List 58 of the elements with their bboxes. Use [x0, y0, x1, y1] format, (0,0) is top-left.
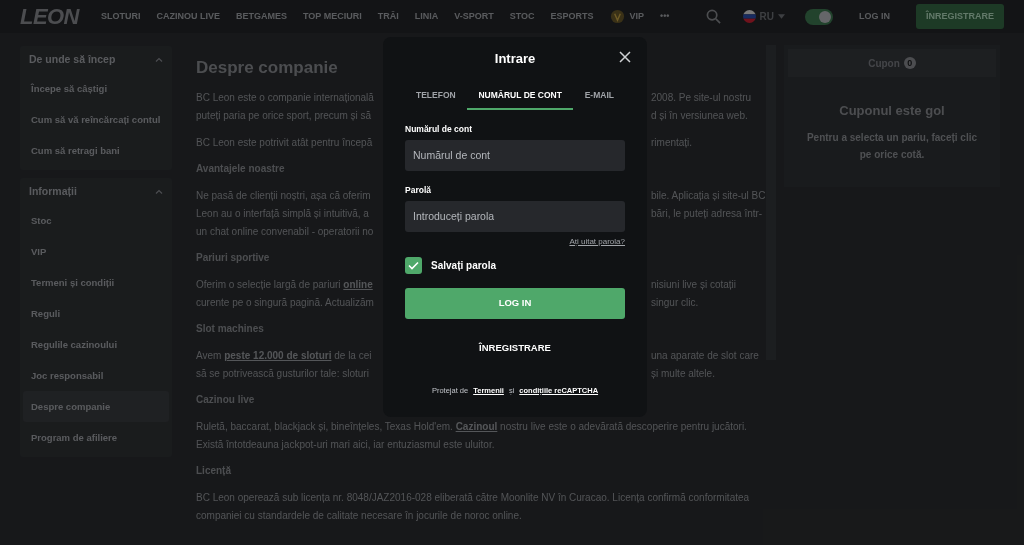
nav-link[interactable]: SLOTURI — [100, 9, 141, 24]
nav-link[interactable]: STOC — [509, 9, 535, 24]
theme-toggle[interactable] — [805, 8, 833, 25]
check-icon — [408, 260, 419, 270]
nav-link[interactable]: V-SPORT — [454, 9, 494, 24]
caret-icon — [778, 14, 785, 19]
checkbox-label: Salvați parola — [431, 258, 497, 273]
field-label: Parolă — [405, 183, 432, 197]
sidebar-item[interactable]: Începe să câștigi — [23, 73, 169, 104]
nav-link[interactable]: CAZINOU LIVE — [156, 9, 220, 24]
sidebar-item[interactable]: Cum să retragi bani — [23, 135, 169, 166]
sidebar-item[interactable]: Reguli — [23, 298, 169, 329]
flag-icon — [742, 10, 756, 23]
register-button[interactable]: ÎNREGISTRARE — [475, 338, 555, 359]
body-text: rimentați. — [651, 135, 693, 150]
body-text: bări, le puteți adresa într- — [651, 206, 763, 221]
nav-link[interactable]: LINIA — [414, 9, 439, 24]
sidebar-item[interactable]: Program de afiliere — [23, 422, 169, 453]
input-field[interactable]: Introduceți parola — [405, 200, 625, 232]
dialog-title: Intrare — [494, 50, 536, 69]
input-field[interactable]: Numărul de cont — [405, 139, 625, 171]
body-text: și multe altele. — [651, 366, 715, 381]
section-header[interactable]: Informații — [20, 178, 172, 205]
close-button[interactable] — [619, 51, 631, 63]
nav-link[interactable]: TOP MECIURI — [302, 9, 362, 24]
tab[interactable]: TELEFON — [405, 82, 467, 110]
body-text: BC Leon este potrivit atât pentru începă — [196, 136, 373, 148]
checkbox[interactable] — [405, 256, 422, 274]
sidebar-item[interactable]: Joc responsabil — [23, 360, 169, 391]
sidebar-item[interactable]: Despre companie — [23, 391, 169, 422]
sidebar-item[interactable]: Termeni și condiții — [23, 267, 169, 298]
logo[interactable]: LEON — [20, 0, 79, 33]
text-link[interactable]: peste 12.000 de sloturi — [224, 349, 332, 361]
nav-link[interactable]: ESPORTS — [550, 9, 594, 24]
login-button[interactable]: LOG IN — [859, 9, 890, 24]
register-button[interactable]: ÎNREGISTRARE — [916, 4, 1004, 29]
section-header[interactable]: De unde să încep — [20, 46, 172, 73]
count-badge: 0 — [903, 57, 916, 69]
login-button[interactable]: LOG IN — [405, 287, 625, 319]
close-icon — [619, 51, 631, 63]
sidebar-item[interactable]: Cum să vă reîncărcați contul — [23, 104, 169, 135]
sidebar-item[interactable]: Regulile cazinoului — [23, 329, 169, 360]
text-link[interactable]: Cazinoul — [455, 420, 498, 432]
nav-link[interactable]: TRĂI — [377, 9, 399, 24]
forgot-password-link[interactable]: Ați uitat parola? — [569, 235, 625, 248]
sidebar-item[interactable]: VIP — [23, 236, 169, 267]
nav-link[interactable]: VIP — [609, 9, 645, 24]
text-link[interactable]: online — [343, 278, 373, 290]
nav-link[interactable]: BETGAMES — [235, 9, 287, 24]
sidebar-item[interactable]: Stoc — [23, 205, 169, 236]
nav-link[interactable]: ••• — [660, 9, 670, 24]
laurel-icon — [609, 9, 625, 24]
tab[interactable]: E-MAIL — [573, 82, 625, 110]
search-button[interactable] — [705, 9, 721, 24]
search-icon — [705, 9, 721, 24]
tab[interactable]: NUMĂRUL DE CONT — [467, 82, 573, 110]
body-text: Ne pasă de clienții noștri, așa că oferim — [196, 189, 371, 201]
field-label: Numărul de cont — [405, 123, 474, 136]
